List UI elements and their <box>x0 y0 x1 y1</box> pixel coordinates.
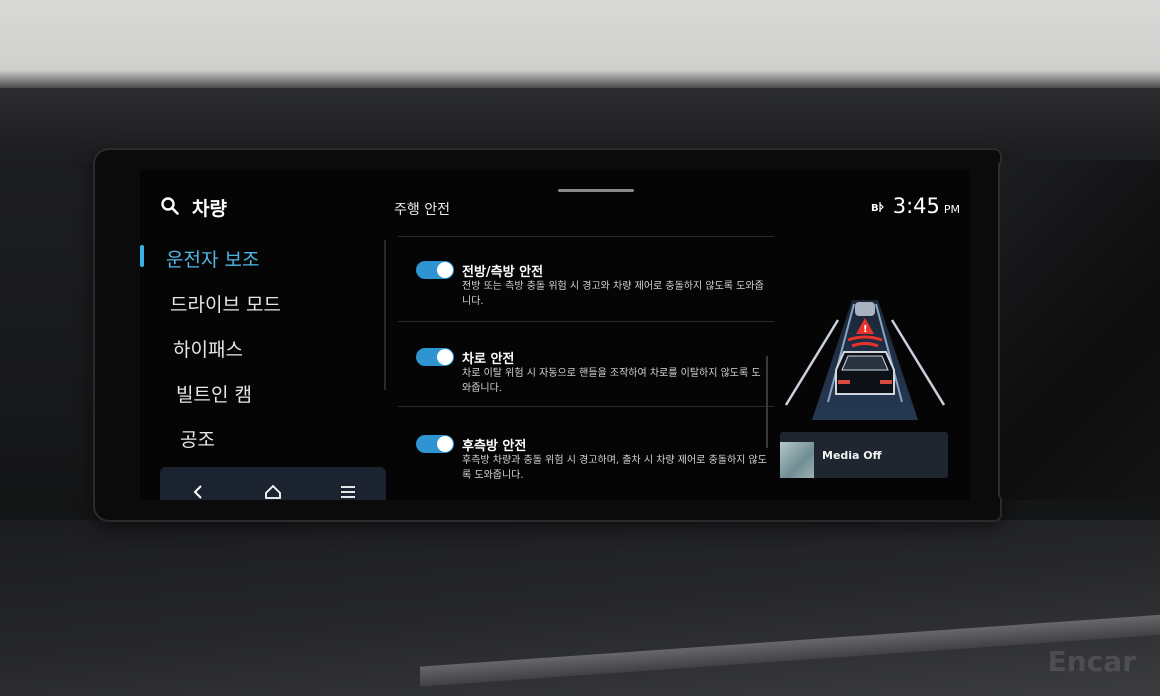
setting-title: 후측방 안전 <box>462 439 527 454</box>
category-title: 차량 <box>192 198 227 220</box>
sidebar-item-drive-mode[interactable]: 드라이브 모드 <box>140 281 370 326</box>
bottom-nav-bar <box>160 467 386 500</box>
toggle-knob <box>437 436 453 452</box>
toggle-switch[interactable] <box>416 261 454 279</box>
bluetooth-icon: B <box>871 201 885 216</box>
toggle-knob <box>437 349 453 365</box>
section-title: 주행 안전 <box>394 202 450 218</box>
sidebar-item-label: 빌트인 캠 <box>176 384 252 406</box>
setting-description: 전방 또는 측방 충돌 위험 시 경고와 차량 제어로 충돌하지 않도록 도와줍… <box>462 281 764 307</box>
cluster-glass <box>998 160 1160 500</box>
sidebar-item-hipass[interactable]: 하이패스 <box>140 326 370 371</box>
clock-ampm: PM <box>943 203 960 216</box>
sidebar-item-builtin-cam[interactable]: 빌트인 캠 <box>140 371 370 416</box>
setting-item-lane-safety[interactable]: 차로 안전 차로 이탈 위험 시 자동으로 핸들을 조작하여 차로를 이탈하지 … <box>398 322 774 406</box>
sidebar-item-driver-assist[interactable]: 운전자 보조 <box>140 236 370 281</box>
media-widget[interactable]: Media Off <box>780 432 948 478</box>
category-header: 차량 <box>160 194 227 221</box>
sidebar-item-label: 하이패스 <box>173 339 243 361</box>
clock-time: 3:45 <box>892 194 940 218</box>
menu-icon[interactable] <box>328 477 368 500</box>
sidebar-item-label: 운전자 보조 <box>166 249 260 271</box>
home-icon[interactable] <box>253 477 293 500</box>
back-icon[interactable] <box>178 477 218 500</box>
driver-assist-illustration: ! <box>780 290 950 430</box>
media-status: Media Off <box>822 448 882 462</box>
setting-item-front-side-safety[interactable]: 전방/측방 안전 전방 또는 측방 충돌 위험 시 경고와 차량 제어로 충돌하… <box>398 237 774 321</box>
setting-title: 전방/측방 안전 <box>462 265 544 280</box>
album-art <box>780 442 814 478</box>
active-indicator <box>140 245 144 267</box>
svg-text:!: ! <box>863 324 868 335</box>
toggle-knob <box>437 262 453 278</box>
search-icon[interactable] <box>160 196 180 220</box>
setting-item-rear-side-safety[interactable]: 후측방 안전 후측방 차량과 충돌 위험 시 경고하며, 출차 시 차량 제어로… <box>398 407 774 491</box>
sidebar-item-climate[interactable]: 공조 <box>140 416 370 461</box>
drag-handle[interactable] <box>558 189 634 192</box>
setting-description: 후측방 차량과 충돌 위험 시 경고하며, 출차 시 차량 제어로 충돌하지 않… <box>462 455 767 481</box>
sidebar-menu: 운전자 보조 드라이브 모드 하이패스 빌트인 캠 공조 시트 <box>140 236 370 500</box>
infotainment-screen: 차량 주행 안전 B 3:45 PM 운전자 보조 드라이브 모드 하이패스 빌… <box>140 170 970 500</box>
status-bar: B 3:45 PM <box>871 194 960 218</box>
setting-title: 차로 안전 <box>462 352 515 367</box>
toggle-switch[interactable] <box>416 435 454 453</box>
watermark-logo: Encar <box>1047 645 1136 678</box>
settings-list: 전방/측방 안전 전방 또는 측방 충돌 위험 시 경고와 차량 제어로 충돌하… <box>398 236 774 491</box>
list-divider <box>384 240 386 390</box>
toggle-switch[interactable] <box>416 348 454 366</box>
setting-description: 차로 이탈 위험 시 자동으로 핸들을 조작하여 차로를 이탈하지 않도록 도와… <box>462 368 761 394</box>
scrollbar[interactable] <box>766 356 768 448</box>
sidebar-item-label: 드라이브 모드 <box>170 294 281 316</box>
sidebar-item-label: 공조 <box>180 429 215 451</box>
svg-text:B: B <box>871 203 879 213</box>
